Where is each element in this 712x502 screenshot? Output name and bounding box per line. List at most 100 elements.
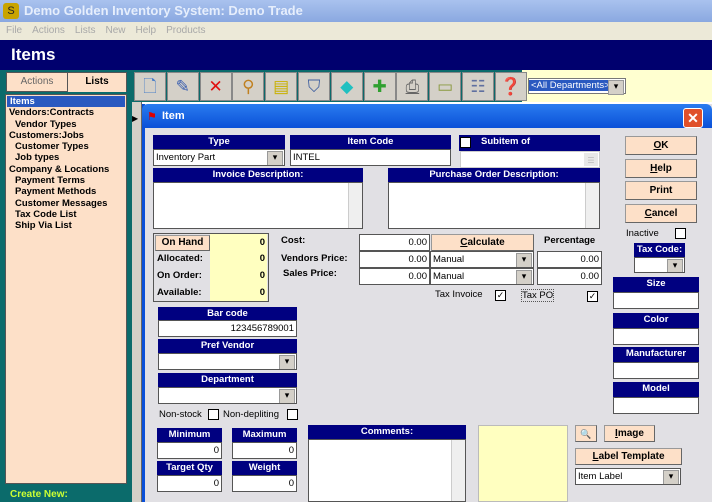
maximum-label: Maximum xyxy=(232,428,297,442)
typewriter-button[interactable]: ▤ xyxy=(265,72,298,101)
vendors-price-input[interactable]: 0.00 xyxy=(359,251,430,268)
model-input[interactable] xyxy=(613,397,699,414)
pref-vendor-dropdown[interactable] xyxy=(158,353,297,370)
help-book-button[interactable]: ❓ xyxy=(494,72,527,101)
print-button[interactable]: ⎙ xyxy=(396,72,429,101)
tab-actions[interactable]: Actions xyxy=(6,72,68,92)
barcode-input[interactable]: 123456789001 xyxy=(158,320,297,337)
sales-method-dropdown[interactable]: Manual xyxy=(430,268,534,285)
on-hand-button[interactable]: On Hand xyxy=(155,235,210,251)
window-title: Demo Golden Inventory System: Demo Trade xyxy=(24,3,303,18)
help-button[interactable]: Help xyxy=(625,159,697,178)
subitem-input[interactable]: ☰ xyxy=(460,151,600,168)
maximum-input[interactable]: 0 xyxy=(232,442,297,459)
menu-help[interactable]: Help xyxy=(136,25,157,36)
invoice-description-input[interactable] xyxy=(153,182,363,229)
pref-vendor-label: Pref Vendor xyxy=(158,339,297,353)
sales-percentage-input[interactable]: 0.00 xyxy=(537,268,602,285)
department-dropdown[interactable] xyxy=(158,387,297,404)
type-value: Inventory Part xyxy=(156,152,216,163)
allocated-label: Allocated: xyxy=(157,253,203,264)
tax-invoice-checkbox[interactable]: ✓ xyxy=(495,290,506,301)
scrollbar[interactable] xyxy=(348,183,362,228)
diamond-button[interactable]: ◆ xyxy=(330,72,363,101)
sidebar-list: Items Vendors:Contracts Vendor Types Custom… xyxy=(5,94,127,484)
menu-file[interactable]: File xyxy=(6,25,22,36)
item-code-input[interactable]: INTEL xyxy=(290,149,451,166)
add-button[interactable]: ✚ xyxy=(363,72,396,101)
sidebar-item[interactable]: Company & Locations xyxy=(6,164,126,175)
scrollbar[interactable] xyxy=(451,440,465,501)
vendors-method-dropdown[interactable]: Manual xyxy=(430,251,534,268)
delete-button[interactable]: ✕ xyxy=(199,72,232,101)
sidebar-item[interactable]: Job types xyxy=(6,152,126,163)
weight-input[interactable]: 0 xyxy=(232,475,297,492)
tab-lists[interactable]: Lists xyxy=(67,72,127,92)
menu-lists[interactable]: Lists xyxy=(75,25,96,36)
calculate-button[interactable]: Calculate xyxy=(431,234,534,251)
label-template-dropdown[interactable]: Item Label xyxy=(575,468,681,485)
sidebar-item[interactable]: Customers:Jobs xyxy=(6,130,126,141)
type-dropdown[interactable]: Inventory Part xyxy=(153,149,285,166)
comments-input[interactable] xyxy=(308,439,466,502)
sidebar-item[interactable]: Customer Types xyxy=(6,141,126,152)
po-description-label: Purchase Order Description: xyxy=(388,168,600,182)
create-new-label: Create New: xyxy=(10,489,68,500)
manufacturer-input[interactable] xyxy=(613,362,699,379)
current-row-arrow-icon: ▶ xyxy=(132,114,139,123)
cancel-button[interactable]: Cancel xyxy=(625,204,697,223)
image-button[interactable]: Image xyxy=(604,425,655,442)
tax-code-dropdown[interactable] xyxy=(634,257,685,273)
menu-actions[interactable]: Actions xyxy=(32,25,65,36)
search-button[interactable]: ⚲ xyxy=(232,72,265,101)
close-button[interactable]: ✕ xyxy=(683,108,703,128)
vendors-method-value: Manual xyxy=(433,254,465,265)
non-stock-label: Non-stock xyxy=(159,409,202,420)
sales-price-input[interactable]: 0.00 xyxy=(359,268,430,285)
sidebar-item[interactable]: Payment Methods xyxy=(6,186,126,197)
sidebar-item[interactable]: Vendors:Contracts xyxy=(6,107,126,118)
list-button[interactable]: ☷ xyxy=(462,72,494,101)
image-browse-icon[interactable]: 🔍 xyxy=(575,425,597,442)
color-input[interactable] xyxy=(613,328,699,345)
new-document-button[interactable]: 🗋 xyxy=(134,72,166,101)
non-stock-checkbox[interactable] xyxy=(208,409,219,420)
minimum-label: Minimum xyxy=(157,428,222,442)
vendors-percentage-input[interactable]: 0.00 xyxy=(537,251,602,268)
non-depleting-checkbox[interactable] xyxy=(287,409,298,420)
filter-button[interactable]: ⛉ xyxy=(298,72,330,101)
menu-products[interactable]: Products xyxy=(166,25,205,36)
label-template-button[interactable]: Label Template xyxy=(575,448,682,465)
edit-button[interactable]: ✎ xyxy=(166,72,199,101)
tax-po-checkbox[interactable]: ✓ xyxy=(587,291,598,302)
menu-new[interactable]: New xyxy=(105,25,125,36)
size-label: Size xyxy=(613,277,699,292)
list-icon[interactable]: ☰ xyxy=(584,153,598,166)
sidebar-item[interactable]: Customer Messages xyxy=(6,198,126,209)
sidebar-item[interactable]: Vendor Types xyxy=(6,119,126,130)
target-qty-input[interactable]: 0 xyxy=(157,475,222,492)
tax-code-label: Tax Code: xyxy=(634,243,685,257)
register-button[interactable]: ▭ xyxy=(429,72,462,101)
department-filter-dropdown[interactable]: <All Departments> xyxy=(528,78,626,95)
target-qty-label: Target Qty xyxy=(157,461,222,475)
label-template-value: Item Label xyxy=(578,471,623,482)
size-input[interactable] xyxy=(613,292,699,309)
sidebar-item[interactable]: Ship Via List xyxy=(6,220,126,231)
print-button[interactable]: Print xyxy=(625,181,697,200)
window-title-bar: Demo Golden Inventory System: Demo Trade xyxy=(0,0,712,22)
weight-label: Weight xyxy=(232,461,297,475)
po-description-input[interactable] xyxy=(388,182,600,229)
on-order-value: 0 xyxy=(259,270,265,281)
cost-input[interactable]: 0.00 xyxy=(359,234,430,251)
sidebar-item[interactable]: Payment Terms xyxy=(6,175,126,186)
subitem-checkbox[interactable] xyxy=(460,137,471,148)
inactive-label: Inactive xyxy=(626,228,659,239)
sidebar-item[interactable]: Tax Code List xyxy=(6,209,126,220)
minimum-input[interactable]: 0 xyxy=(157,442,222,459)
sidebar-item[interactable]: Items xyxy=(7,96,125,108)
scrollbar[interactable] xyxy=(585,183,599,228)
ok-button[interactable]: OK xyxy=(625,136,697,155)
inactive-checkbox[interactable] xyxy=(675,228,686,239)
cost-label: Cost: xyxy=(281,235,306,246)
